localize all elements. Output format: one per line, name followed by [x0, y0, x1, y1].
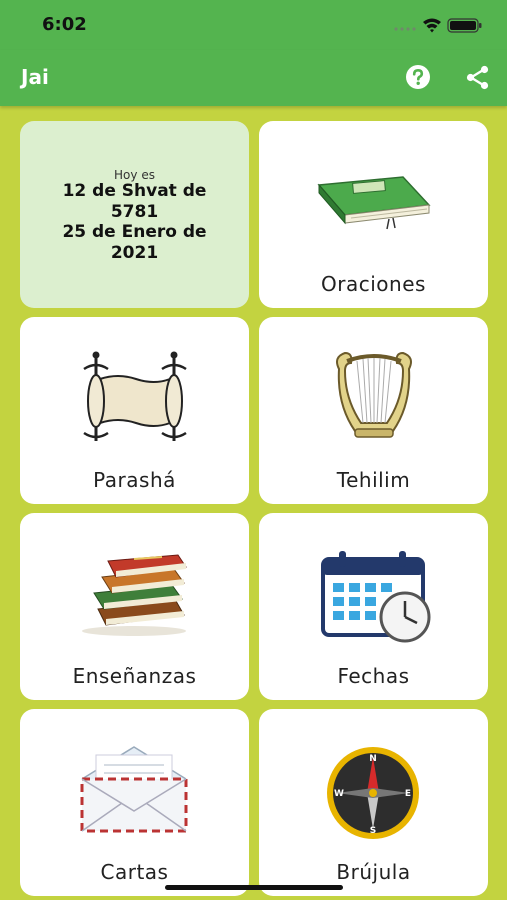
app-title: Jai [21, 65, 49, 89]
cellular-signal-icon [394, 27, 416, 31]
menu-tile-ensenanzas[interactable]: Enseñanzas [20, 513, 249, 700]
today-date-card: Hoy es 12 de Shvat de 5781 25 de Enero d… [20, 121, 249, 308]
share-icon[interactable] [465, 65, 490, 90]
tehilim-label: Tehilim [336, 468, 411, 492]
menu-tile-parasha[interactable]: Parashá [20, 317, 249, 504]
status-time: 6:02 [42, 14, 87, 35]
gregorian-date-line1: 25 de Enero de [62, 222, 207, 242]
ensenanzas-label: Enseñanzas [72, 664, 197, 688]
menu-tile-fechas[interactable]: Fechas [259, 513, 488, 700]
menu-tile-brujula[interactable]: N S W E Brújula [259, 709, 488, 896]
lyre-icon [336, 351, 412, 438]
svg-text:N: N [369, 754, 377, 764]
fechas-label: Fechas [337, 664, 410, 688]
gregorian-date-line2: 2021 [110, 243, 159, 263]
compass-icon: N S W E [327, 747, 419, 839]
today-caption: Hoy es [114, 168, 155, 182]
oraciones-label: Oraciones [321, 272, 426, 296]
menu-tile-oraciones[interactable]: Oraciones [259, 121, 488, 308]
books-stack-icon [82, 554, 187, 636]
help-circle-icon[interactable] [405, 64, 431, 90]
cartas-label: Cartas [100, 860, 169, 884]
svg-text:E: E [405, 789, 411, 799]
app-bar: Jai [0, 50, 507, 106]
hebrew-date-line1: 12 de Shvat de [62, 181, 207, 201]
hebrew-date-line2: 5781 [110, 202, 159, 222]
envelope-icon [80, 746, 188, 833]
brujula-label: Brújula [336, 860, 411, 884]
parasha-label: Parashá [93, 468, 176, 492]
menu-tile-cartas[interactable]: Cartas [20, 709, 249, 896]
status-bar: 6:02 [0, 0, 507, 50]
prayer-book-icon [317, 176, 431, 230]
svg-text:W: W [334, 789, 344, 799]
svg-text:S: S [370, 826, 376, 836]
home-indicator[interactable] [165, 885, 343, 890]
wifi-icon [423, 18, 441, 33]
calendar-clock-icon [321, 551, 431, 643]
menu-tile-tehilim[interactable]: Tehilim [259, 317, 488, 504]
status-icons [394, 18, 482, 33]
battery-icon [447, 18, 482, 33]
torah-scroll-icon [83, 351, 187, 441]
